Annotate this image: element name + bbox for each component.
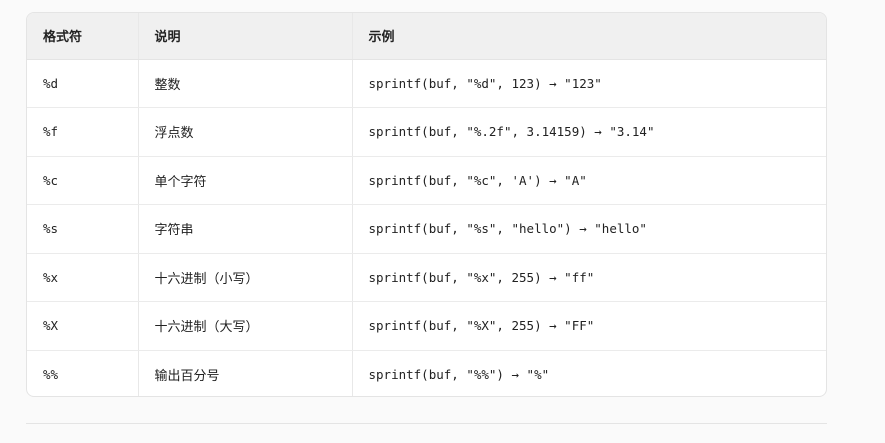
table-row: %% 输出百分号 sprintf(buf, "%%") → "%" xyxy=(27,350,826,396)
table-row: %c 单个字符 sprintf(buf, "%c", 'A') → "A" xyxy=(27,156,826,205)
section-divider xyxy=(26,423,827,424)
cell-spec: %% xyxy=(43,367,59,382)
cell-spec: %x xyxy=(27,253,138,302)
cell-example: sprintf(buf, "%%") → "%" xyxy=(351,350,826,396)
cell-spec: %s xyxy=(27,204,138,254)
table-row: %f 浮点数 sprintf(buf, "%.2f", 3.14159) → "… xyxy=(27,107,826,157)
table-row: %s 字符串 sprintf(buf, "%s", "hello") → "he… xyxy=(27,204,826,254)
cell-example: sprintf(buf, "%.2f", 3.14159) → "3.14" xyxy=(351,107,826,157)
header-example: 示例 xyxy=(351,13,826,60)
cell-spec: %d xyxy=(27,59,138,108)
format-specifier-table: 格式符 说明 示例 %d 整数 sprintf(buf, "%d", 123) … xyxy=(26,12,827,397)
cell-desc: 十六进制（小写） xyxy=(137,253,352,302)
table-row: %d 整数 sprintf(buf, "%d", 123) → "123" xyxy=(27,59,826,108)
cell-desc: 整数 xyxy=(137,59,352,108)
cell-example: sprintf(buf, "%d", 123) → "123" xyxy=(351,59,826,108)
table-row: %x 十六进制（小写） sprintf(buf, "%x", 255) → "f… xyxy=(27,253,826,302)
cell-desc: 输出百分号 xyxy=(137,350,352,396)
cell-spec: %X xyxy=(27,301,138,351)
cell-desc: 十六进制（大写） xyxy=(137,301,352,351)
format-table: 格式符 说明 示例 %d 整数 sprintf(buf, "%d", 123) … xyxy=(27,13,826,396)
cell-example: sprintf(buf, "%s", "hello") → "hello" xyxy=(351,204,826,254)
cell-spec: %f xyxy=(27,107,138,157)
header-description: 说明 xyxy=(137,13,352,60)
cell-example: sprintf(buf, "%x", 255) → "ff" xyxy=(351,253,826,302)
cell-desc: 单个字符 xyxy=(137,156,352,205)
table-row: %X 十六进制（大写） sprintf(buf, "%X", 255) → "F… xyxy=(27,301,826,351)
cell-desc: 浮点数 xyxy=(137,107,352,157)
cell-spec: %c xyxy=(27,156,138,205)
table-header-row: 格式符 说明 示例 xyxy=(27,13,826,60)
cell-example: sprintf(buf, "%X", 255) → "FF" xyxy=(351,301,826,351)
cell-desc: 字符串 xyxy=(137,204,352,254)
cell-example: sprintf(buf, "%c", 'A') → "A" xyxy=(351,156,826,205)
header-format-specifier: 格式符 xyxy=(27,13,138,60)
